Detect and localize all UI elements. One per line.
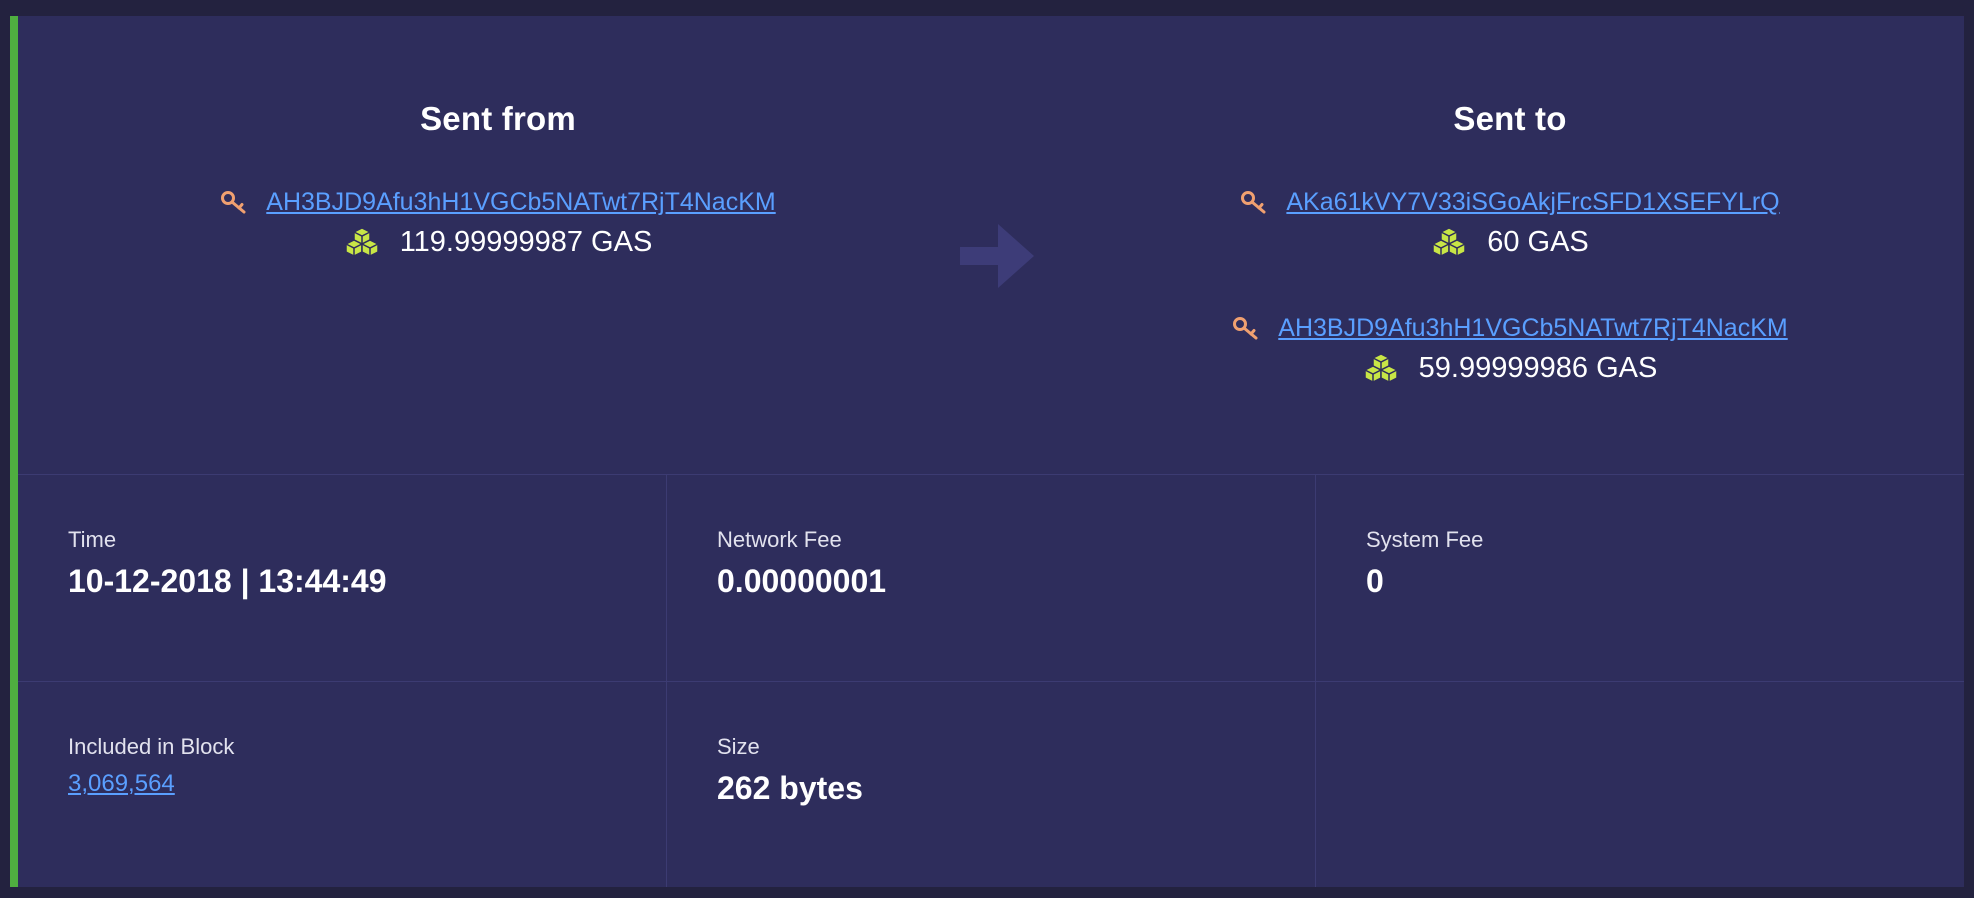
size-label: Size (717, 734, 760, 759)
sent-from-entry: AH3BJD9Afu3hH1VGCb5NATwt7RjT4NacKM 119.9… (138, 184, 858, 264)
transaction-details-grid: Time 10-12-2018 | 13:44:49 Network Fee 0… (18, 474, 1964, 887)
system-fee-value: 0 (1366, 563, 1384, 599)
network-fee-label: Network Fee (717, 527, 842, 552)
time-label: Time (68, 527, 117, 552)
empty-cell (1315, 681, 1964, 887)
network-fee-cell: Network Fee 0.00000001 (666, 475, 1315, 681)
sent-to-title: Sent to (1453, 100, 1567, 137)
recipient-entry: AKa61kVY7V33iSGoAkjFrcSFD1XSEFYLrQ 60 GA… (1150, 184, 1870, 264)
recipient-address-link[interactable]: AKa61kVY7V33iSGoAkjFrcSFD1XSEFYLrQ (1286, 188, 1779, 217)
arrow-right-icon (960, 224, 1034, 288)
block-cell: Included in Block 3,069,564 (18, 681, 666, 887)
change-address-link[interactable]: AH3BJD9Afu3hH1VGCb5NATwt7RjT4NacKM (1278, 314, 1787, 343)
sender-amount: 119.99999987 GAS (399, 225, 653, 258)
block-label: Included in Block (68, 734, 235, 759)
gas-cubes-icon (1363, 353, 1398, 383)
gas-cubes-icon (344, 227, 379, 257)
key-icon (1233, 317, 1258, 340)
sent-to-panel: Sent to AKa61kVY7V33iSGoAkjFrcSFD1XSEFYL… (1150, 16, 1870, 390)
gas-cubes-icon (1432, 227, 1466, 257)
transfer-section: Sent from AH3BJD9Afu3hH1VGCb5NATwt7RjT4N… (18, 16, 1964, 474)
size-cell: Size 262 bytes (666, 681, 1315, 887)
change-entry: AH3BJD9Afu3hH1VGCb5NATwt7RjT4NacKM 59.99… (1150, 310, 1870, 390)
transaction-card: Sent from AH3BJD9Afu3hH1VGCb5NATwt7RjT4N… (10, 16, 1964, 887)
key-icon (221, 191, 246, 214)
sent-from-title: Sent from (420, 100, 576, 137)
block-link[interactable]: 3,069,564 (68, 770, 175, 798)
recipient-amount: 60 GAS (1487, 225, 1589, 258)
time-cell: Time 10-12-2018 | 13:44:49 (18, 475, 666, 681)
system-fee-label: System Fee (1366, 527, 1484, 552)
change-amount: 59.99999986 GAS (1418, 351, 1658, 384)
status-accent-bar (10, 16, 18, 887)
sent-from-panel: Sent from AH3BJD9Afu3hH1VGCb5NATwt7RjT4N… (138, 16, 858, 264)
sender-address-link[interactable]: AH3BJD9Afu3hH1VGCb5NATwt7RjT4NacKM (266, 188, 775, 217)
size-value: 262 bytes (717, 770, 863, 806)
network-fee-value: 0.00000001 (717, 563, 887, 599)
key-icon (1241, 191, 1266, 214)
time-value: 10-12-2018 | 13:44:49 (68, 563, 387, 599)
system-fee-cell: System Fee 0 (1315, 475, 1964, 681)
